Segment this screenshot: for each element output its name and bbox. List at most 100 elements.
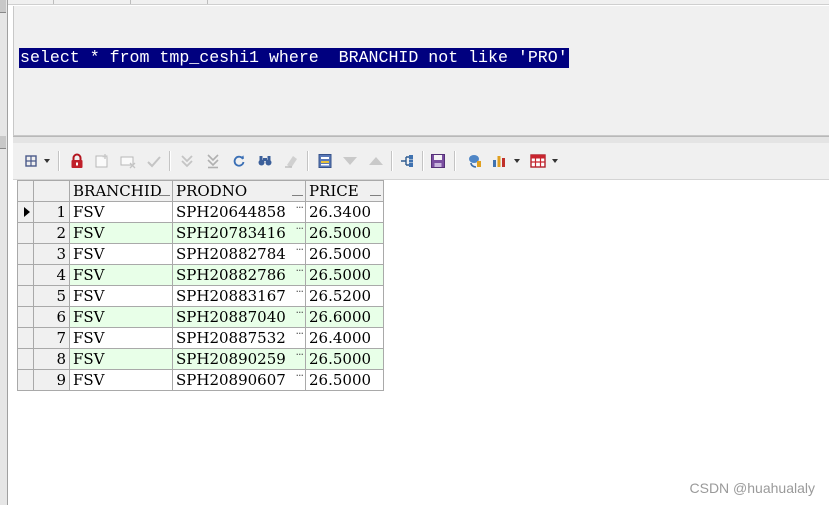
grid-corner[interactable] — [17, 180, 34, 202]
tab-statistics[interactable] — [131, 0, 208, 4]
cell-price[interactable]: 26.5000 — [305, 264, 384, 286]
chevron-down-icon[interactable] — [552, 159, 558, 163]
row-number[interactable]: 5 — [33, 285, 70, 307]
cell-branchid[interactable]: FSV — [69, 348, 173, 370]
cell-prodno[interactable]: SPH20644858 ··· — [172, 201, 306, 223]
cell-branchid[interactable]: FSV — [69, 327, 173, 349]
cell-editor-button[interactable]: ··· — [296, 266, 304, 282]
grid-corner[interactable] — [33, 180, 70, 202]
find-icon[interactable] — [256, 152, 274, 170]
cell-price[interactable]: 26.5000 — [305, 243, 384, 265]
row-indicator[interactable] — [17, 306, 34, 328]
row-indicator[interactable] — [17, 201, 34, 223]
column-header-branchid[interactable]: BRANCHID — [69, 180, 173, 202]
row-number[interactable]: 7 — [33, 327, 70, 349]
cell-prodno-text: SPH20882786 — [176, 266, 286, 284]
cell-branchid[interactable]: FSV — [69, 264, 173, 286]
row-number[interactable]: 2 — [33, 222, 70, 244]
chart-icon[interactable] — [490, 152, 508, 170]
table-row[interactable]: 4 FSV SPH20882786 ··· 26.5000 — [17, 264, 384, 286]
row-indicator[interactable] — [17, 243, 34, 265]
cell-editor-button[interactable]: ··· — [296, 329, 304, 345]
column-menu-icon[interactable] — [159, 185, 170, 196]
table-row[interactable]: 2 FSV SPH20783416 ··· 26.5000 — [17, 222, 384, 244]
cell-prodno[interactable]: SPH20887532 ··· — [172, 327, 306, 349]
chevron-down-icon[interactable] — [514, 159, 520, 163]
cell-prodno[interactable]: SPH20783416 ··· — [172, 222, 306, 244]
sort-ascending-icon[interactable] — [367, 152, 385, 170]
cell-branchid[interactable]: FSV — [69, 243, 173, 265]
cell-editor-button[interactable]: ··· — [296, 203, 304, 219]
cell-prodno-text: SPH20890259 — [176, 350, 286, 368]
sort-descending-icon[interactable] — [341, 152, 359, 170]
cell-price[interactable]: 26.5200 — [305, 285, 384, 307]
table-row[interactable]: 1 FSV SPH20644858 ··· 26.3400 — [17, 201, 384, 223]
cell-prodno[interactable]: SPH20882786 ··· — [172, 264, 306, 286]
cell-editor-button[interactable]: ··· — [296, 350, 304, 366]
cell-prodno[interactable]: SPH20883167 ··· — [172, 285, 306, 307]
tab-output[interactable] — [54, 0, 131, 4]
column-header-prodno[interactable]: PRODNO — [172, 180, 306, 202]
row-indicator[interactable] — [17, 285, 34, 307]
lock-icon[interactable] — [68, 152, 86, 170]
first-record-icon[interactable] — [178, 152, 196, 170]
table-row[interactable]: 5 FSV SPH20883167 ··· 26.5200 — [17, 285, 384, 307]
cell-editor-button[interactable]: ··· — [296, 287, 304, 303]
export-tree-icon[interactable] — [398, 152, 416, 170]
cell-editor-button[interactable]: ··· — [296, 224, 304, 240]
last-record-icon[interactable] — [204, 152, 222, 170]
cell-prodno[interactable]: SPH20890607 ··· — [172, 369, 306, 391]
row-indicator[interactable] — [17, 222, 34, 244]
chevron-down-icon[interactable] — [44, 159, 50, 163]
table-row[interactable]: 3 FSV SPH20882784 ··· 26.5000 — [17, 243, 384, 265]
table-row[interactable]: 6 FSV SPH20887040 ··· 26.6000 — [17, 306, 384, 328]
row-number[interactable]: 8 — [33, 348, 70, 370]
cell-price[interactable]: 26.5000 — [305, 222, 384, 244]
cell-branchid[interactable]: FSV — [69, 222, 173, 244]
cell-price[interactable]: 26.4000 — [305, 327, 384, 349]
cell-price[interactable]: 26.5000 — [305, 369, 384, 391]
select-grid-icon[interactable] — [22, 152, 40, 170]
sql-text[interactable]: select * from tmp_ceshi1 where BRANCHID … — [19, 48, 569, 68]
post-changes-icon[interactable] — [145, 152, 163, 170]
clear-icon[interactable] — [282, 152, 300, 170]
cell-prodno[interactable]: SPH20887040 ··· — [172, 306, 306, 328]
tab-sql[interactable] — [8, 0, 54, 4]
row-indicator[interactable] — [17, 369, 34, 391]
cell-branchid[interactable]: FSV — [69, 201, 173, 223]
table-icon[interactable] — [529, 152, 547, 170]
add-row-icon[interactable] — [93, 152, 111, 170]
column-menu-icon[interactable] — [292, 185, 303, 196]
cell-editor-button[interactable]: ··· — [296, 371, 304, 387]
toolbar-divider — [58, 151, 60, 171]
row-number[interactable]: 4 — [33, 264, 70, 286]
cell-editor-button[interactable]: ··· — [296, 308, 304, 324]
table-row[interactable]: 9 FSV SPH20890607 ··· 26.5000 — [17, 369, 384, 391]
cell-branchid[interactable]: FSV — [69, 285, 173, 307]
cell-prodno[interactable]: SPH20890259 ··· — [172, 348, 306, 370]
cell-price[interactable]: 26.6000 — [305, 306, 384, 328]
column-header-price[interactable]: PRICE — [305, 180, 384, 202]
row-number[interactable]: 6 — [33, 306, 70, 328]
refresh-icon[interactable] — [230, 152, 248, 170]
row-indicator[interactable] — [17, 264, 34, 286]
row-number[interactable]: 3 — [33, 243, 70, 265]
row-number[interactable]: 1 — [33, 201, 70, 223]
cell-branchid[interactable]: FSV — [69, 369, 173, 391]
cell-branchid[interactable]: FSV — [69, 306, 173, 328]
cell-price[interactable]: 26.3400 — [305, 201, 384, 223]
query-by-example-icon[interactable] — [316, 152, 334, 170]
cell-editor-button[interactable]: ··· — [296, 245, 304, 261]
row-indicator[interactable] — [17, 327, 34, 349]
sql-editor[interactable]: select * from tmp_ceshi1 where BRANCHID … — [13, 6, 829, 136]
row-number[interactable]: 9 — [33, 369, 70, 391]
cell-price[interactable]: 26.5000 — [305, 348, 384, 370]
save-icon[interactable] — [429, 152, 447, 170]
table-row[interactable]: 8 FSV SPH20890259 ··· 26.5000 — [17, 348, 384, 370]
table-row[interactable]: 7 FSV SPH20887532 ··· 26.4000 — [17, 327, 384, 349]
link-icon[interactable] — [466, 152, 484, 170]
column-menu-icon[interactable] — [370, 185, 381, 196]
delete-row-icon[interactable] — [119, 152, 137, 170]
row-indicator[interactable] — [17, 348, 34, 370]
cell-prodno[interactable]: SPH20882784 ··· — [172, 243, 306, 265]
